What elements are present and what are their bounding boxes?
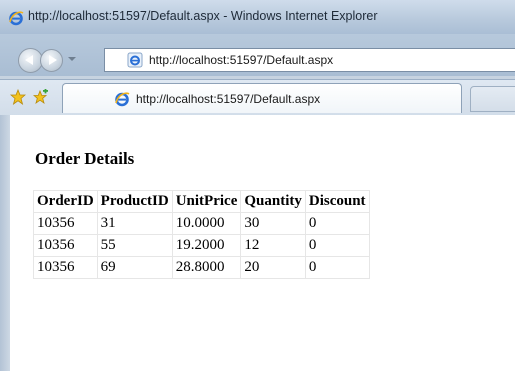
- cell-orderid: 10356: [33, 234, 98, 257]
- address-url[interactable]: http://localhost:51597/Default.aspx: [149, 53, 333, 67]
- new-tab-button[interactable]: [470, 86, 515, 112]
- favorites-star-icon[interactable]: [10, 89, 26, 105]
- cell-discount: 0: [304, 256, 370, 279]
- window-title: http://localhost:51597/Default.aspx - Wi…: [28, 9, 378, 23]
- column-header-orderid: OrderID: [33, 190, 98, 213]
- column-header-discount: Discount: [304, 190, 370, 213]
- tab-label: http://localhost:51597/Default.aspx: [136, 92, 321, 106]
- table-row: 10356 55 19.2000 12 0: [33, 234, 370, 257]
- back-arrow-icon: [25, 55, 33, 65]
- ie-logo-icon: [115, 92, 130, 107]
- cell-quantity: 12: [240, 234, 306, 257]
- forward-arrow-icon: [49, 55, 57, 65]
- cell-quantity: 20: [240, 256, 306, 279]
- ie-logo-icon: [9, 11, 24, 26]
- cell-unitprice: 19.2000: [171, 234, 242, 257]
- cell-unitprice: 10.0000: [171, 212, 242, 235]
- address-bar[interactable]: http://localhost:51597/Default.aspx: [104, 48, 515, 72]
- table-row: 10356 69 28.8000 20 0: [33, 256, 370, 279]
- page-title: Order Details: [35, 149, 135, 168]
- recent-pages-dropdown[interactable]: [68, 57, 76, 61]
- browser-window: http://localhost:51597/Default.aspx - Wi…: [0, 0, 515, 371]
- cell-orderid: 10356: [33, 212, 98, 235]
- column-header-productid: ProductID: [96, 190, 173, 213]
- table-header-row: OrderID ProductID UnitPrice Quantity Dis…: [33, 190, 370, 213]
- cell-productid: 69: [96, 256, 173, 279]
- tab-default-aspx[interactable]: http://localhost:51597/Default.aspx: [62, 83, 462, 113]
- cell-quantity: 30: [240, 212, 306, 235]
- cell-orderid: 10356: [33, 256, 98, 279]
- forward-button[interactable]: [40, 49, 63, 72]
- order-details-table: OrderID ProductID UnitPrice Quantity Dis…: [33, 190, 370, 279]
- cell-unitprice: 28.8000: [171, 256, 242, 279]
- column-header-quantity: Quantity: [240, 190, 306, 213]
- window-frame-left: [0, 115, 10, 371]
- column-header-unitprice: UnitPrice: [171, 190, 242, 213]
- cell-productid: 31: [96, 212, 173, 235]
- cell-discount: 0: [304, 234, 370, 257]
- page-content: Order Details OrderID ProductID UnitPric…: [10, 115, 515, 371]
- cell-discount: 0: [304, 212, 370, 235]
- title-bar: http://localhost:51597/Default.aspx - Wi…: [0, 0, 515, 34]
- cell-productid: 55: [96, 234, 173, 257]
- page-icon: [127, 52, 143, 68]
- add-to-favorites-icon[interactable]: [33, 89, 49, 105]
- table-row: 10356 31 10.0000 30 0: [33, 212, 370, 235]
